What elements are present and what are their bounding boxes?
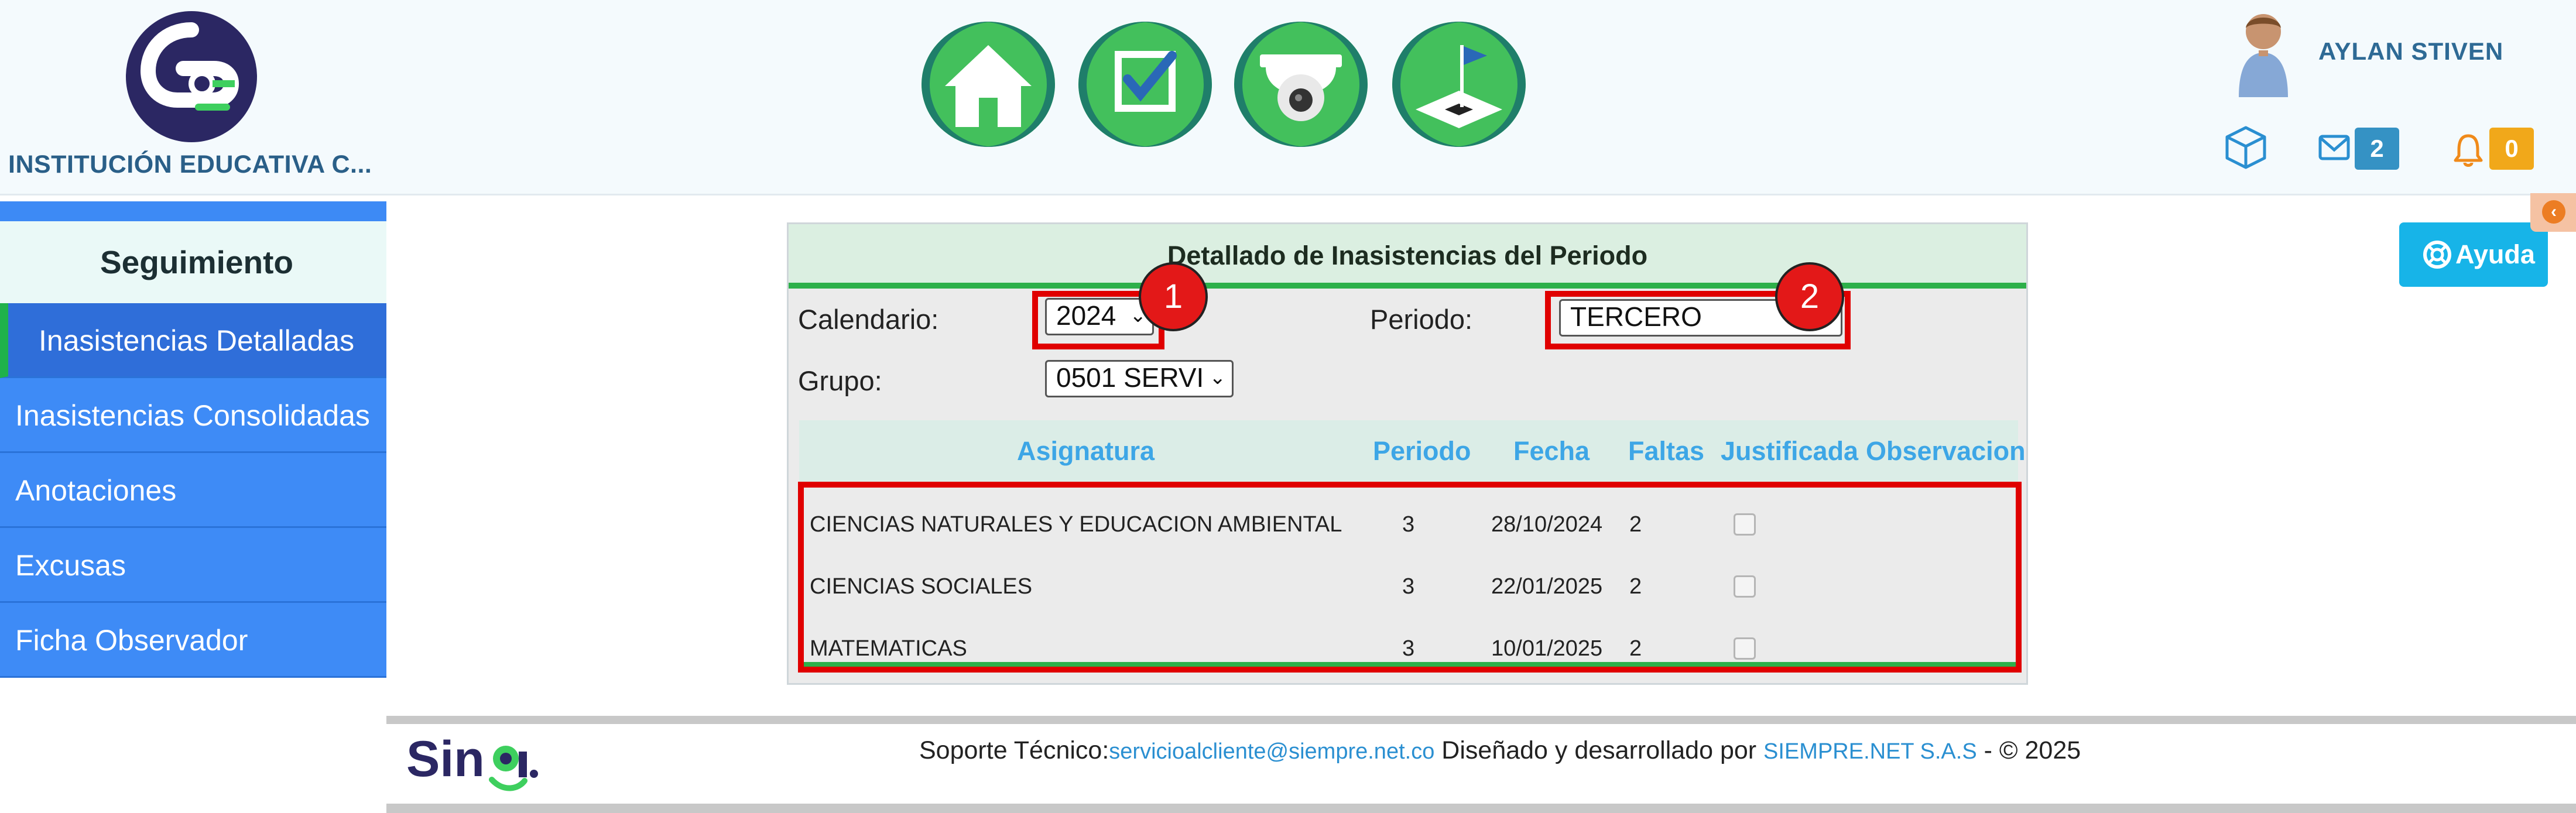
sidebar-item-label: Excusas — [15, 549, 126, 582]
column-observacion[interactable]: Observacion — [1866, 420, 2026, 482]
bell-icon[interactable] — [2453, 132, 2483, 167]
grupo-value: 0501 SERVI — [1056, 362, 1204, 393]
footer-copyright: - © 2025 — [1976, 736, 2081, 764]
chevron-down-icon: ⌄ — [1207, 362, 1226, 393]
cell-fecha: 10/01/2025 — [1491, 636, 1603, 661]
cell-periodo: 3 — [1402, 636, 1415, 661]
user-avatar[interactable] — [2231, 8, 2296, 97]
sidebar-item-inasistencias-detalladas[interactable]: Inasistencias Detalladas — [0, 303, 386, 378]
svg-text:Sin: Sin — [406, 731, 485, 787]
table-body: CIENCIAS NATURALES Y EDUCACION AMBIENTAL… — [798, 482, 2022, 673]
camera-icon[interactable] — [1234, 22, 1368, 147]
footer-soporte-label: Soporte Técnico: — [919, 736, 1109, 764]
cell-asignatura: MATEMATICAS — [810, 636, 967, 661]
cell-fecha: 22/01/2025 — [1491, 574, 1603, 599]
mail-icon[interactable] — [2318, 135, 2350, 160]
calendario-label: Calendario: — [798, 304, 939, 335]
step-marker-2: 2 — [1775, 262, 1844, 331]
column-justificada[interactable]: Justificada — [1721, 420, 1858, 482]
cell-faltas: 2 — [1629, 512, 1642, 537]
periodo-label: Periodo: — [1370, 304, 1473, 335]
panel-title: Detallado de Inasistencias del Periodo — [789, 224, 2026, 289]
sidebar-item-label: Anotaciones — [15, 474, 177, 507]
help-button-label: Ayuda — [2455, 239, 2535, 269]
cell-asignatura: CIENCIAS SOCIALES — [810, 574, 1033, 599]
justificada-checkbox[interactable] — [1734, 513, 1756, 536]
sidebar-item-excusas[interactable]: Excusas — [0, 528, 386, 603]
cell-periodo: 3 — [1402, 574, 1415, 599]
table-row[interactable]: MATEMATICAS 3 10/01/2025 2 — [804, 618, 2016, 680]
sidebar-item-ficha-observador[interactable]: Ficha Observador — [0, 603, 386, 678]
cell-faltas: 2 — [1629, 636, 1642, 661]
table-bottom-line — [804, 662, 2016, 667]
user-name[interactable]: AYLAN STIVEN — [2318, 37, 2503, 66]
mail-count-badge[interactable]: 2 — [2355, 128, 2399, 170]
support-email-link[interactable]: servicioalcliente@siempre.net.co — [1109, 739, 1434, 764]
sidebar-item-label: Ficha Observador — [15, 624, 248, 657]
school-logo[interactable] — [125, 10, 258, 143]
header: INSTITUCIÓN EDUCATIVA C... AYLAN STIVEN … — [0, 0, 2576, 195]
lifebuoy-icon — [2423, 241, 2451, 269]
cell-fecha: 28/10/2024 — [1491, 512, 1603, 537]
grupo-label: Grupo: — [798, 365, 882, 396]
flag-icon[interactable] — [1392, 22, 1526, 147]
sidebar-header: Seguimiento — [0, 221, 386, 303]
notification-count-badge[interactable]: 0 — [2489, 128, 2534, 170]
sinai-logo[interactable]: Sin — [404, 723, 544, 800]
help-button[interactable]: Ayuda — [2399, 222, 2548, 287]
cell-asignatura: CIENCIAS NATURALES Y EDUCACION AMBIENTAL — [810, 512, 1342, 537]
sidebar-top-bar — [0, 201, 386, 221]
column-faltas[interactable]: Faltas — [1628, 420, 1704, 482]
company-link[interactable]: SIEMPRE.NET S.A.S — [1763, 739, 1977, 764]
footer-disenado-text: Diseñado y desarrollado por — [1434, 736, 1764, 764]
sidebar-item-inasistencias-consolidadas[interactable]: Inasistencias Consolidadas — [0, 378, 386, 453]
sidebar-item-label: Inasistencias Detalladas — [39, 324, 355, 357]
justificada-checkbox[interactable] — [1734, 637, 1756, 660]
chevron-left-icon: ‹ — [2542, 200, 2565, 224]
column-fecha[interactable]: Fecha — [1513, 420, 1590, 482]
cell-faltas: 2 — [1629, 574, 1642, 599]
column-periodo[interactable]: Periodo — [1373, 420, 1471, 482]
sidebar-header-label: Seguimiento — [100, 244, 294, 280]
table-row[interactable]: CIENCIAS NATURALES Y EDUCACION AMBIENTAL… — [804, 493, 2016, 555]
cell-periodo: 3 — [1402, 512, 1415, 537]
footer-text: Soporte Técnico:servicioalcliente@siempr… — [919, 736, 2081, 765]
table-row[interactable]: CIENCIAS SOCIALES 3 22/01/2025 2 — [804, 555, 2016, 618]
grupo-select[interactable]: 0501 SERVI ⌄ — [1045, 360, 1234, 397]
sidebar-item-label: Inasistencias Consolidadas — [15, 399, 370, 432]
sidebar-item-anotaciones[interactable]: Anotaciones — [0, 453, 386, 528]
home-icon[interactable] — [922, 22, 1055, 147]
cube-icon[interactable] — [2222, 124, 2269, 171]
table-header: Asignatura Periodo Fecha Faltas Justific… — [799, 420, 2026, 482]
inasistencias-panel: Detallado de Inasistencias del Periodo C… — [787, 222, 2028, 685]
checkbox-icon[interactable] — [1078, 22, 1212, 147]
footer-bottom-bar — [386, 804, 2576, 813]
footer-divider — [386, 716, 2576, 724]
school-name: INSTITUCIÓN EDUCATIVA C... — [8, 150, 372, 179]
sidebar: Seguimiento Inasistencias Detalladas Ina… — [0, 195, 386, 700]
step-marker-1: 1 — [1139, 262, 1208, 331]
collapse-panel-tab[interactable]: ‹ — [2530, 193, 2576, 232]
justificada-checkbox[interactable] — [1734, 575, 1756, 598]
column-asignatura[interactable]: Asignatura — [1017, 420, 1155, 482]
